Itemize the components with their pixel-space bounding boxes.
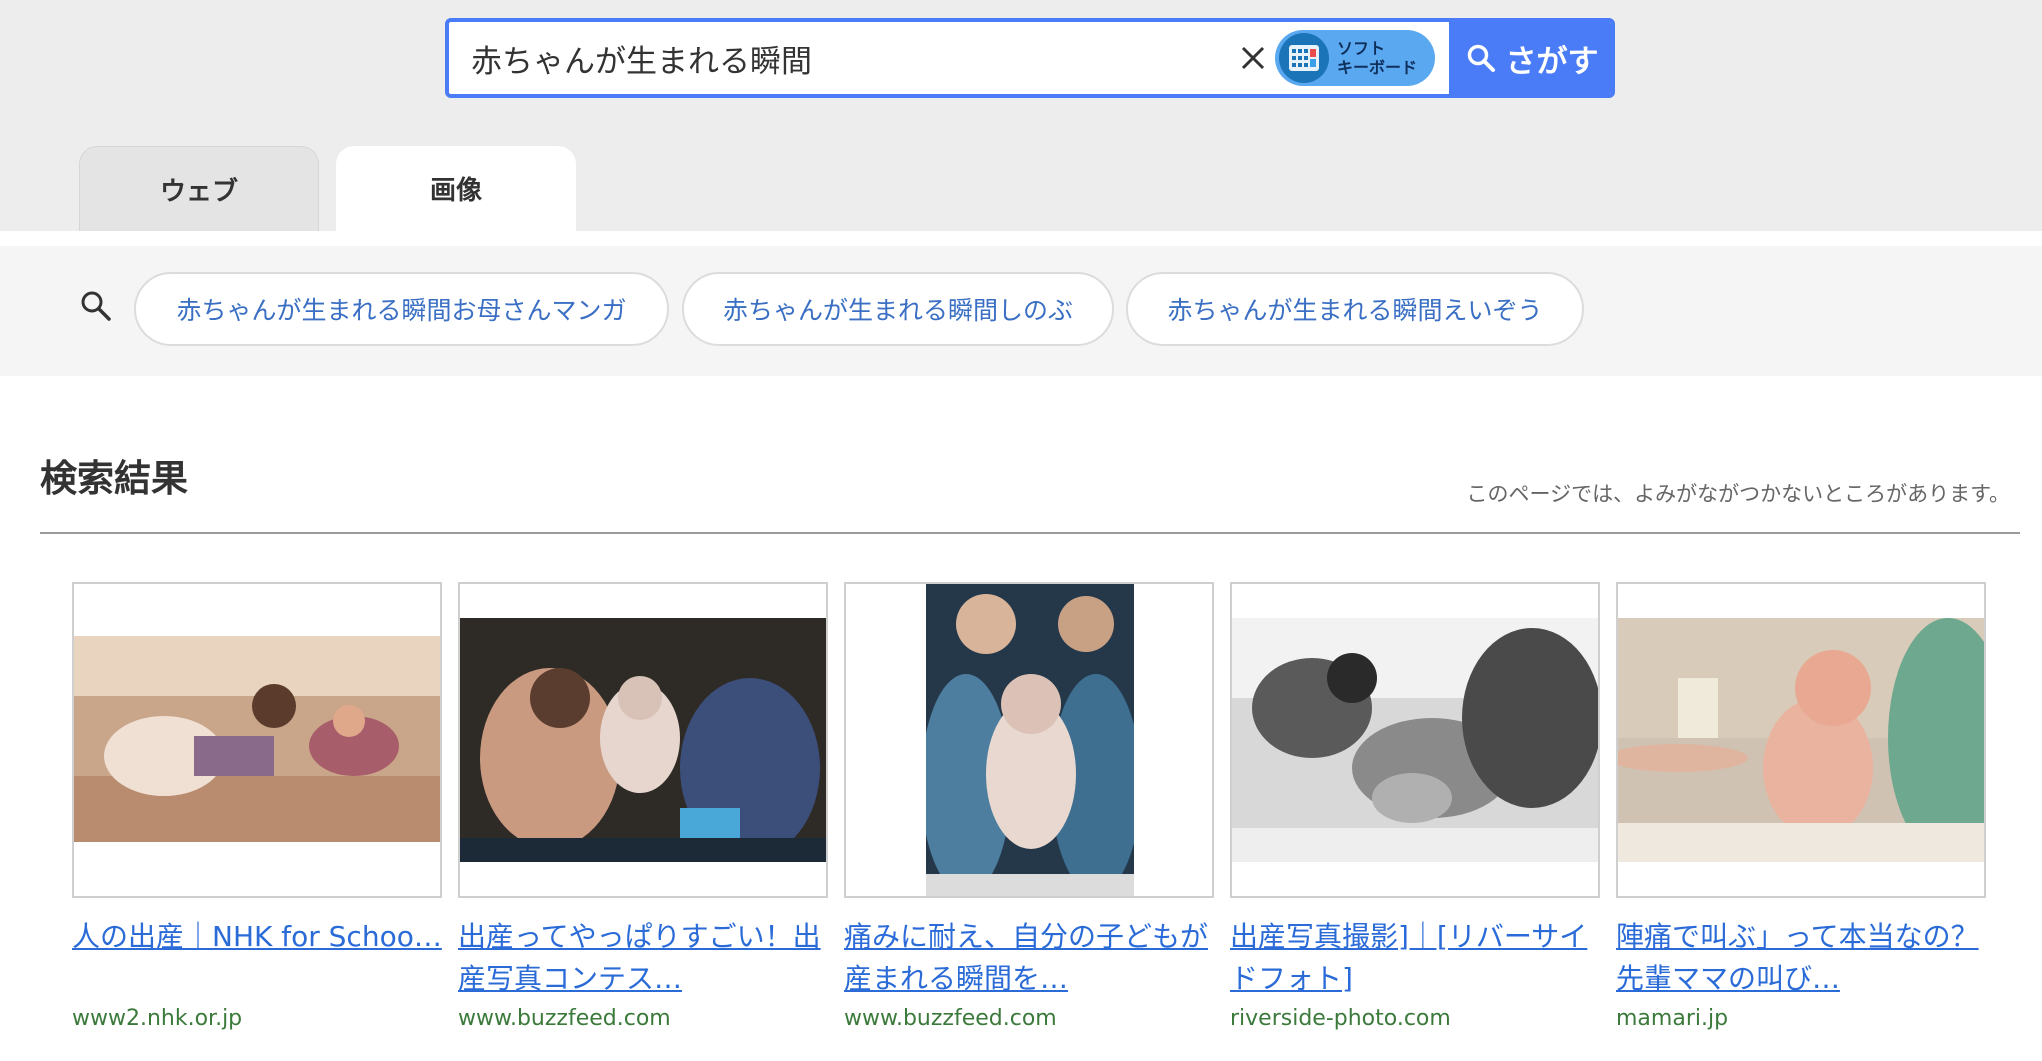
divider: [40, 532, 2020, 534]
result-title-link[interactable]: 出産ってやっぱりすごい！出産写真コンテス…: [458, 916, 828, 1000]
suggestion-chip[interactable]: 赤ちゃんが生まれる瞬間お母さんマンガ: [134, 272, 669, 346]
result-domain: mamari.jp: [1616, 1006, 1729, 1031]
result-title-link[interactable]: 出産写真撮影]｜[リバーサイドフォト]: [1230, 916, 1600, 1000]
result-domain: riverside-photo.com: [1230, 1006, 1451, 1031]
result-thumbnail[interactable]: [72, 582, 442, 898]
result-card: 陣痛で叫ぶ」って本当なの？先輩ママの叫び… mamari.jp: [1616, 582, 1986, 1031]
result-card: 人の出産｜NHK for Schoo… www2.nhk.or.jp: [72, 582, 442, 1031]
suggestion-chip[interactable]: 赤ちゃんが生まれる瞬間しのぶ: [682, 272, 1114, 346]
result-thumbnail[interactable]: [1230, 582, 1600, 898]
result-card: 出産写真撮影]｜[リバーサイドフォト] riverside-photo.com: [1230, 582, 1600, 1031]
soft-keyboard-label: ソフト キーボード: [1337, 39, 1417, 77]
furigana-note: このページでは、よみがながつかないところがあります。: [1466, 482, 2010, 506]
results-heading: 検索結果: [40, 457, 188, 500]
keyboard-icon: [1279, 33, 1329, 83]
header: ソフト キーボード さがす ウェブ 画像: [0, 0, 2042, 231]
clear-button[interactable]: [1229, 34, 1277, 82]
result-thumbnail[interactable]: [458, 582, 828, 898]
result-domain: www.buzzfeed.com: [844, 1006, 1057, 1031]
result-title-link[interactable]: 痛みに耐え、自分の子どもが産まれる瞬間を…: [844, 916, 1214, 1000]
close-icon: [1241, 46, 1265, 70]
result-title-link[interactable]: 陣痛で叫ぶ」って本当なの？先輩ママの叫び…: [1616, 916, 1986, 1000]
tab-web[interactable]: ウェブ: [79, 146, 319, 231]
suggestion-chip[interactable]: 赤ちゃんが生まれる瞬間えいぞう: [1126, 272, 1584, 346]
result-thumbnail[interactable]: [1616, 582, 1986, 898]
search-icon: [1467, 44, 1495, 72]
soft-keyboard-button[interactable]: ソフト キーボード: [1275, 30, 1435, 86]
soft-keyboard-label-line2: キーボード: [1337, 58, 1418, 77]
search-box: ソフト キーボード さがす: [445, 18, 1615, 98]
search-icon: [81, 291, 111, 321]
result-title-link[interactable]: 人の出産｜NHK for Schoo…: [72, 916, 442, 1000]
result-card: 出産ってやっぱりすごい！出産写真コンテス… www.buzzfeed.com: [458, 582, 828, 1031]
result-domain: www2.nhk.or.jp: [72, 1006, 243, 1031]
search-submit-button[interactable]: さがす: [1449, 22, 1611, 94]
related-suggestions: 赤ちゃんが生まれる瞬間お母さんマンガ 赤ちゃんが生まれる瞬間しのぶ 赤ちゃんが生…: [0, 246, 2042, 376]
search-submit-label: さがす: [1505, 43, 1599, 80]
soft-keyboard-label-line1: ソフト: [1337, 39, 1386, 58]
result-domain: www.buzzfeed.com: [458, 1006, 671, 1031]
result-thumbnail[interactable]: [844, 582, 1214, 898]
tab-images[interactable]: 画像: [336, 146, 576, 231]
result-card: 痛みに耐え、自分の子どもが産まれる瞬間を… www.buzzfeed.com: [844, 582, 1214, 1031]
search-input[interactable]: [471, 22, 1231, 94]
